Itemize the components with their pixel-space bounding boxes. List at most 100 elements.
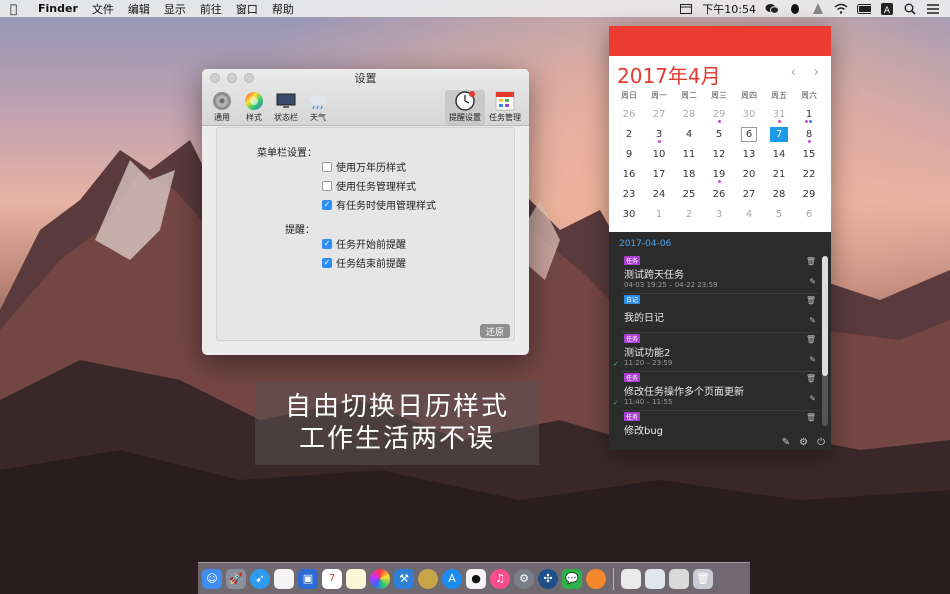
xcode-icon[interactable]: ⚒	[394, 568, 414, 589]
photos-icon[interactable]	[370, 568, 390, 589]
calendar-day[interactable]: 1	[644, 204, 674, 224]
trash-icon[interactable]: 🗑	[806, 335, 816, 344]
checkbox-remind-before-end[interactable]: ✓	[322, 257, 332, 268]
calendar-day[interactable]: 25	[674, 184, 704, 204]
menu-edit[interactable]: 编辑	[128, 1, 150, 17]
menu-window[interactable]: 窗口	[236, 1, 258, 17]
finder-icon[interactable]: ☺	[202, 568, 222, 589]
system-preferences-icon[interactable]: ⚙	[514, 568, 534, 589]
settings-titlebar[interactable]: 设置	[202, 69, 529, 86]
calendar-day[interactable]: 12	[704, 144, 734, 164]
calendar-day[interactable]: 13	[734, 144, 764, 164]
tab-task-management[interactable]: 任务管理	[485, 90, 525, 125]
calendar-day[interactable]: 5	[764, 204, 794, 224]
list-icon[interactable]	[926, 3, 940, 15]
calendar-day[interactable]: 27	[734, 184, 764, 204]
task-item[interactable]: 任务 修改bug 🗑	[622, 412, 818, 437]
itunes-icon[interactable]: ♫	[490, 568, 510, 589]
battery-icon[interactable]	[857, 3, 871, 15]
jpush-icon[interactable]	[811, 2, 825, 15]
calendar-day[interactable]: 14	[764, 144, 794, 164]
calendar-day[interactable]: 4	[734, 204, 764, 224]
notes-icon[interactable]	[346, 568, 366, 589]
calendar-day[interactable]: 11	[674, 144, 704, 164]
tab-statusbar[interactable]: 状态栏	[270, 90, 302, 125]
restore-button[interactable]: 还原	[480, 324, 510, 338]
prev-month-icon[interactable]: ‹	[791, 65, 796, 80]
calendar-day[interactable]: 26	[704, 184, 734, 204]
calendar-day[interactable]: 30	[614, 204, 644, 224]
calendar-date-icon[interactable]: 7	[322, 568, 342, 589]
safari-icon[interactable]: ➹	[250, 568, 270, 589]
calendar-day[interactable]: 3	[704, 204, 734, 224]
task-item[interactable]: 任务 测试功能2 11:20 – 23:59 ✓ 🗑 ✎	[613, 334, 818, 372]
calendar-day-today[interactable]: 6	[734, 124, 764, 144]
documents-stack-icon[interactable]	[669, 568, 689, 589]
preview-icon[interactable]	[621, 568, 641, 589]
calendar-day[interactable]: 31	[764, 104, 794, 124]
search-icon[interactable]	[903, 3, 917, 15]
calendar-day[interactable]: 15	[794, 144, 824, 164]
tab-reminder[interactable]: 提醒设置	[445, 90, 485, 125]
calendar-day[interactable]: 3	[644, 124, 674, 144]
sourcetree-icon[interactable]: ✣	[538, 568, 558, 589]
checkbox-lunar-style[interactable]	[322, 161, 332, 172]
calendar-icon[interactable]	[679, 3, 693, 15]
calendar-day[interactable]: 17	[644, 164, 674, 184]
wifi-icon[interactable]	[834, 3, 848, 15]
calendar-day[interactable]: 20	[734, 164, 764, 184]
calendar-day[interactable]: 19	[704, 164, 734, 184]
pencil-icon[interactable]: ✎	[782, 437, 790, 448]
pencil-icon[interactable]: ✎	[809, 394, 816, 403]
task-list-scrollbar[interactable]	[822, 256, 828, 426]
tab-general[interactable]: 通用	[206, 90, 238, 125]
calendar-day[interactable]: 28	[674, 104, 704, 124]
calendar-day[interactable]: 8	[794, 124, 824, 144]
calendar-day[interactable]: 5	[704, 124, 734, 144]
calendar-day[interactable]: 18	[674, 164, 704, 184]
calendar-day[interactable]: 6	[794, 204, 824, 224]
menubar-clock[interactable]: 下午10:54	[702, 1, 756, 17]
menu-view[interactable]: 显示	[164, 1, 186, 17]
checkbox-task-when-present[interactable]: ✓	[322, 199, 332, 210]
coins-icon[interactable]	[418, 568, 438, 589]
gear-icon[interactable]: ⚙	[799, 437, 808, 448]
image-viewer-icon[interactable]: ▣	[298, 568, 318, 589]
input-method-icon[interactable]: A	[880, 2, 894, 15]
calendar-day-selected[interactable]: 7	[764, 124, 794, 144]
calendar-day[interactable]: 9	[614, 144, 644, 164]
trash-icon[interactable]: 🗑	[806, 257, 816, 266]
downloads-stack-icon[interactable]	[645, 568, 665, 589]
launchpad-icon[interactable]: 🚀	[226, 568, 246, 589]
wechat-icon[interactable]: 💬	[562, 568, 582, 589]
pencil-icon[interactable]: ✎	[809, 355, 816, 364]
wechat-icon[interactable]	[765, 3, 779, 15]
calendar-day[interactable]: 16	[614, 164, 644, 184]
calendar-day[interactable]: 21	[764, 164, 794, 184]
task-item[interactable]: 任务 修改任务操作多个页面更新 11:40 – 11:55 ✓ 🗑 ✎	[613, 373, 818, 411]
trash-icon[interactable]: 🗑	[693, 568, 713, 589]
qq-icon[interactable]	[788, 3, 802, 15]
menu-go[interactable]: 前往	[200, 1, 222, 17]
trash-icon[interactable]: 🗑	[806, 296, 816, 305]
next-month-icon[interactable]: ›	[814, 65, 819, 80]
pencil-icon[interactable]: ✎	[809, 277, 816, 286]
menu-help[interactable]: 帮助	[272, 1, 294, 17]
task-item[interactable]: 日记 我的日记 🗑 ✎	[622, 295, 818, 333]
calendar-day[interactable]: 4	[674, 124, 704, 144]
option-task-style[interactable]: 使用任务管理样式	[322, 178, 416, 193]
menu-file[interactable]: 文件	[92, 1, 114, 17]
apple-menu-icon[interactable]: 	[10, 2, 26, 16]
option-remind-before-start[interactable]: ✓ 任务开始前提醒	[322, 236, 406, 251]
scrollbar-thumb[interactable]	[822, 256, 828, 376]
trash-icon[interactable]: 🗑	[806, 374, 816, 383]
calendar-day[interactable]: 22	[794, 164, 824, 184]
calendar-day[interactable]: 29	[704, 104, 734, 124]
calendar-day[interactable]: 26	[614, 104, 644, 124]
checkbox-task-style[interactable]	[322, 180, 332, 191]
checkbox-remind-before-start[interactable]: ✓	[322, 238, 332, 249]
tab-weather[interactable]: 天气	[302, 90, 334, 125]
tab-style[interactable]: 样式	[238, 90, 270, 125]
calendar-day[interactable]: 10	[644, 144, 674, 164]
qq-icon[interactable]: ●	[466, 568, 486, 589]
